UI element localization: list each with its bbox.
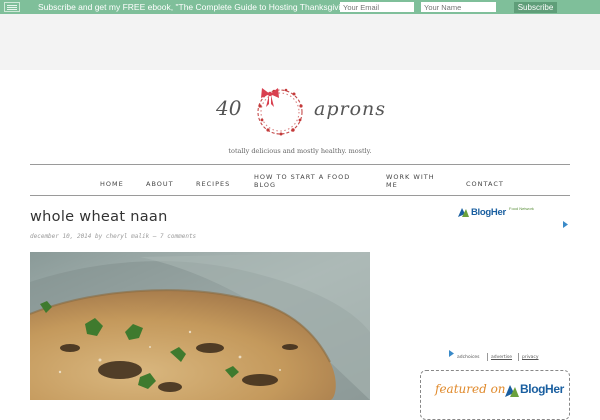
featured-on-blogher-badge[interactable]: featured on BlogHer (420, 370, 570, 420)
blogher-mark-icon (458, 208, 469, 217)
menu-icon[interactable] (4, 2, 20, 12)
site-logo[interactable]: 40 aprons (212, 80, 397, 140)
main-nav: Home About Recipes How to Start a Food B… (30, 164, 570, 196)
nav-item-recipes[interactable]: Recipes (196, 180, 230, 188)
post-photo-naan[interactable] (30, 252, 370, 400)
adchoices-icon[interactable] (562, 221, 569, 228)
name-input[interactable] (421, 2, 496, 12)
email-input[interactable] (340, 2, 414, 12)
blogher-mark-icon (505, 385, 519, 397)
logo-word: aprons (314, 98, 386, 120)
featured-on-text: featured on (435, 382, 506, 396)
divider (487, 353, 488, 361)
adchoices-link[interactable]: adchoices (457, 355, 480, 360)
nav-item-about[interactable]: About (146, 180, 174, 188)
blogher-food-network-logo[interactable]: BlogHer Food Network (458, 206, 538, 219)
post-meta: december 10, 2014 by cheryl malik — 7 co… (30, 233, 197, 240)
site-tagline: totally delicious and mostly healthy. mo… (228, 147, 372, 155)
blogher-subtitle: Food Network (509, 206, 534, 211)
logo-number: 40 (216, 96, 242, 120)
advertise-link[interactable]: advertise (491, 355, 512, 360)
nav-item-contact[interactable]: Contact (466, 180, 504, 188)
blogher-name: BlogHer (471, 207, 506, 218)
nav-item-work-with-me[interactable]: Work With Me (386, 173, 446, 189)
divider (518, 353, 519, 361)
privacy-link[interactable]: privacy (522, 355, 539, 360)
featured-brand: BlogHer (520, 382, 564, 396)
wreath-icon (257, 88, 303, 136)
post-title[interactable]: whole wheat naan (30, 209, 168, 225)
nav-item-food-blog[interactable]: How to Start a Food Blog (254, 173, 364, 189)
subscribe-promo-text: Subscribe and get my FREE ebook, "The Co… (38, 2, 356, 12)
adchoices-small-icon[interactable] (448, 350, 455, 357)
nav-item-home[interactable]: Home (100, 180, 124, 188)
subscribe-bar: Subscribe and get my FREE ebook, "The Co… (0, 0, 600, 14)
top-ad-area (0, 14, 600, 70)
subscribe-button[interactable]: Subscribe (514, 2, 557, 13)
naan-photo-image (30, 252, 370, 400)
ad-links: adchoices advertise privacy (448, 350, 578, 362)
